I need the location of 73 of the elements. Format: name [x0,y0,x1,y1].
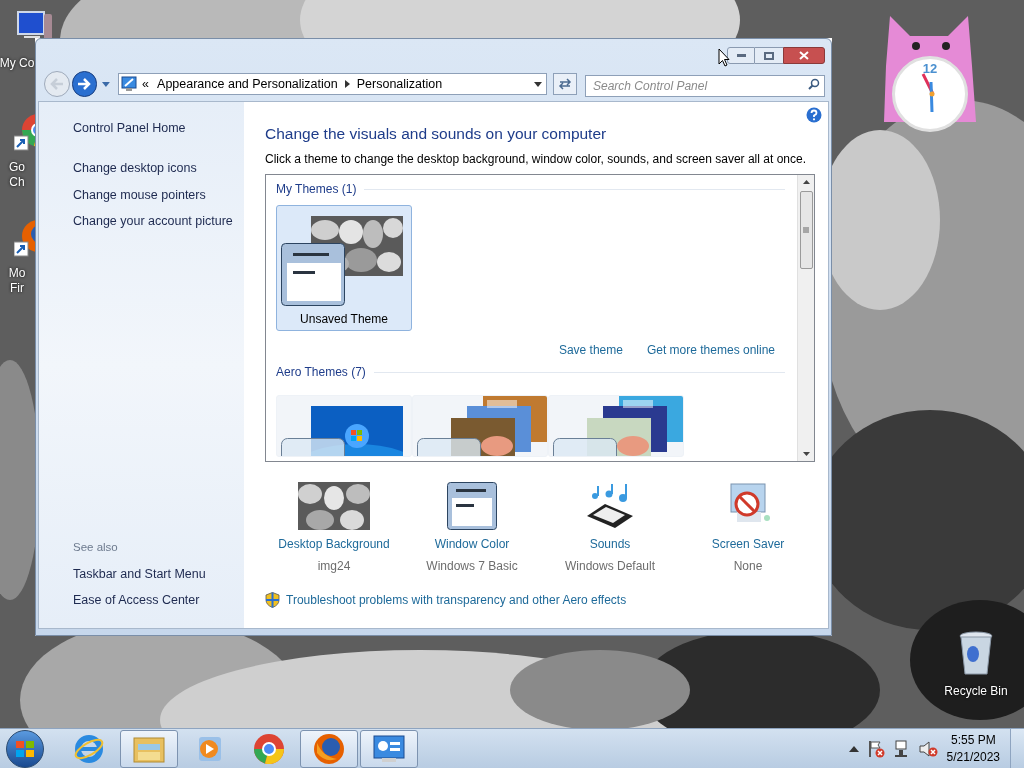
speaker-muted-icon[interactable] [918,739,939,758]
setting-link[interactable]: Desktop Background [278,535,390,553]
address-bar[interactable]: « Appearance and Personalization Personalization [118,73,548,95]
theme-tile[interactable] [412,395,548,457]
theme-name: Unsaved Theme [299,311,389,328]
page-heading: Change the visuals and sounds on your computer [265,124,608,144]
close-button[interactable] [783,47,825,64]
scrollbar-thumb[interactable] [799,191,813,269]
forward-arrow-icon [77,78,92,90]
desktop-icon-label[interactable]: Recycle Bin [944,682,1008,700]
minimize-icon [736,54,746,57]
close-icon [799,51,809,60]
shield-icon [265,592,280,608]
sidebar-link[interactable]: Ease of Access Center [73,591,200,610]
troubleshoot-link[interactable]: Troubleshoot problems with transparency and other Aero effects [286,591,627,609]
minimize-button[interactable] [727,47,755,64]
firefox-icon [313,732,345,765]
setting-value: img24 [317,558,351,575]
window-color-icon[interactable] [447,482,497,530]
refresh-button[interactable] [553,73,577,95]
taskbar-button[interactable] [300,729,358,768]
taskbar-button[interactable] [360,729,418,768]
clock-time[interactable]: 5:55 PM [950,731,996,749]
refresh-icon [558,78,573,90]
window-preview-icon [281,243,345,306]
internet-explorer-icon [73,732,105,765]
page-description: Click a theme to change the desktop background, window color, sounds, and screen saver all at once. [265,151,807,168]
forward-button[interactable] [71,71,98,97]
setting-value: Windows 7 Basic [426,558,518,575]
sidebar-link[interactable]: Change your account picture [73,212,233,231]
theme-tile[interactable] [276,395,412,457]
theme-tile[interactable]: Unsaved Theme [276,205,412,331]
breadcrumb-separator-icon[interactable] [344,80,350,88]
music-keyboard-icon[interactable] [585,482,635,530]
sidebar-link[interactable]: Change desktop icons [73,158,197,178]
taskbar-button[interactable] [120,729,178,768]
clock-date[interactable]: 5/21/2023 [946,748,1000,766]
scrollbar[interactable] [797,175,814,461]
theme-link[interactable]: Get more themes online [646,341,775,359]
search-icon [808,78,820,90]
mouse-cursor-icon [718,48,730,67]
sidebar-link[interactable]: Taskbar and Start Menu [73,564,206,584]
restore-icon [764,51,774,60]
sidebar-link[interactable]: Change mouse pointers [73,185,206,205]
grip-icon [803,227,809,233]
flag-error-icon[interactable] [866,739,885,758]
dropdown-arrow-icon[interactable] [534,81,543,87]
breadcrumb[interactable]: Appearance and Personalization [157,74,338,94]
help-icon[interactable] [806,107,822,123]
maximize-button[interactable] [755,47,783,64]
control-panel-icon [121,76,138,92]
back-arrow-icon [49,78,64,90]
recycle-bin-icon[interactable] [958,630,994,676]
sidebar-link[interactable]: Control Panel Home [73,119,186,138]
theme-tile[interactable] [548,395,684,457]
show-hidden-icons-icon[interactable] [848,745,859,752]
setting-link[interactable]: Sounds [589,535,631,553]
setting-link[interactable]: Screen Saver [711,535,785,553]
address-overflow-mark[interactable]: « [142,74,150,94]
setting-value: None [733,558,763,575]
theme-link[interactable]: Save theme [558,341,623,359]
chrome-icon [253,732,285,765]
search-field[interactable]: Search Control Panel [585,75,825,97]
see-also-heading: See also [73,540,119,556]
start-orb-icon [15,738,35,759]
theme-group-title: Aero Themes (7) [276,364,366,381]
theme-group-title: My Themes (1) [276,181,357,198]
setting-value: Windows Default [564,558,655,575]
breadcrumb[interactable]: Personalization [356,74,443,94]
history-dropdown-icon[interactable] [101,80,112,88]
setting-link[interactable]: Window Color [434,535,510,553]
control-panel-icon [372,733,406,764]
start-button[interactable] [6,729,44,768]
